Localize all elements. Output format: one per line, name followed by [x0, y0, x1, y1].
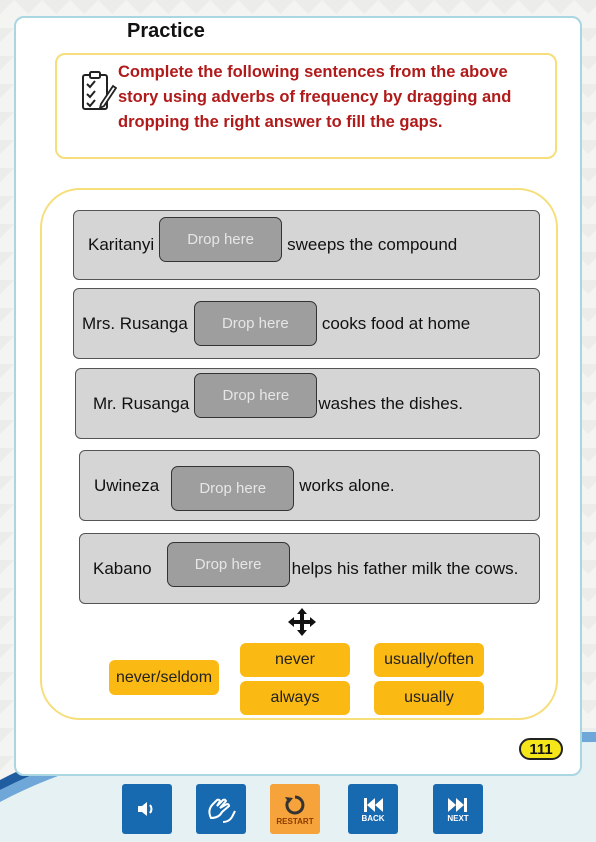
clipboard-checklist-icon [82, 71, 117, 110]
move-arrows-icon [288, 608, 316, 636]
sentence-before: Karitanyi [88, 235, 155, 254]
page-number-badge: 111 [519, 738, 563, 760]
answer-chip[interactable]: always [240, 681, 350, 715]
skip-next-icon [448, 797, 467, 812]
instructions-text: Complete the following sentences from th… [118, 63, 512, 131]
answer-chip[interactable]: never/seldom [109, 660, 219, 695]
drop-zone[interactable]: Drop here [193, 301, 317, 346]
sentence-after: works alone. [299, 475, 395, 495]
instructions-box: Complete the following sentences from th… [55, 53, 557, 159]
sentence-row: Mr. Rusanga Drop here washes the dishes. [75, 368, 540, 439]
audio-button[interactable] [122, 784, 172, 834]
page-title: Practice [127, 20, 205, 42]
answer-chip[interactable]: never [240, 643, 350, 677]
answer-chip[interactable]: usually/often [374, 643, 484, 677]
sentence-after: sweeps the compound [287, 235, 458, 254]
back-button[interactable]: BACK [348, 784, 398, 834]
drop-zone[interactable]: Drop here [171, 466, 295, 511]
drop-zone[interactable]: Drop here [194, 373, 318, 418]
sentence-row: Uwineza Drop here works alone. [79, 450, 540, 521]
sentence-row: Karitanyi Drop here sweeps the compound [73, 210, 540, 280]
sentence-after: helps his father milk the cows. [291, 558, 519, 578]
sentence-row: Kabano Drop here helps his father milk t… [79, 533, 540, 604]
restart-label: RESTART [276, 816, 314, 826]
sign-language-button[interactable] [196, 784, 246, 834]
next-label: NEXT [447, 813, 469, 823]
sentence-before: Mr. Rusanga [93, 393, 190, 413]
sentence-before: Uwineza [94, 475, 160, 495]
sentence-before: Mrs. Rusanga [82, 313, 188, 333]
restart-button[interactable]: RESTART [270, 784, 320, 834]
restart-icon [285, 795, 305, 814]
drop-zone[interactable]: Drop here [159, 216, 283, 262]
sentence-after: cooks food at home [321, 313, 471, 333]
sentence-before: Kabano [93, 558, 152, 578]
back-label: BACK [361, 813, 385, 823]
speaker-icon [138, 802, 153, 816]
sentence-row: Mrs. Rusanga Drop here cooks food at hom… [73, 288, 540, 359]
answer-chip[interactable]: usually [374, 681, 484, 715]
next-button[interactable]: NEXT [433, 784, 483, 834]
sentence-after: washes the dishes. [318, 393, 463, 413]
skip-back-icon [364, 797, 383, 812]
sign-language-icon [208, 798, 236, 823]
drop-zone[interactable]: Drop here [166, 541, 290, 587]
